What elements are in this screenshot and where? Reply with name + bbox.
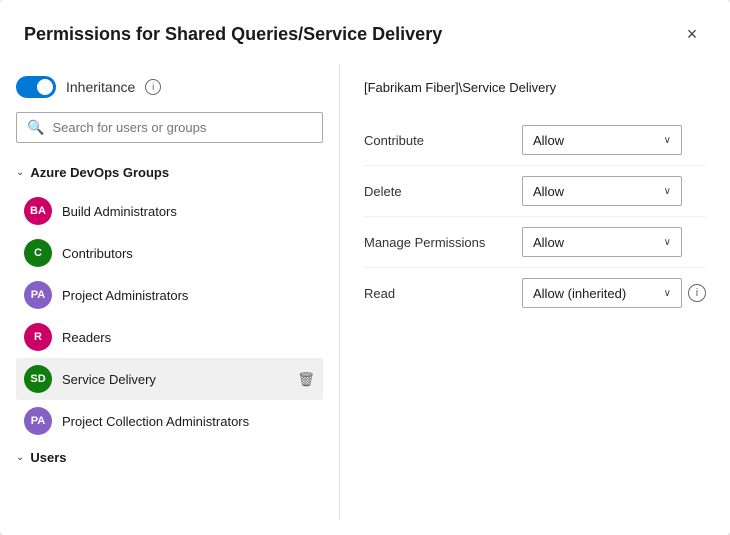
group-item-label: Project Collection Administrators (62, 414, 315, 429)
users-section[interactable]: ⌄ Users (16, 442, 323, 469)
permission-select[interactable]: Allow ∨ (522, 176, 682, 206)
select-chevron-icon: ∨ (664, 288, 671, 299)
avatar: R (24, 323, 52, 351)
dialog-body: Inheritance i 🔍 ⌄ Azure DevOps Groups BA… (0, 64, 730, 535)
permission-select-wrapper: Allow ∨ (522, 227, 706, 257)
avatar: PA (24, 407, 52, 435)
dialog-header: Permissions for Shared Queries/Service D… (0, 0, 730, 64)
permission-label: Read (364, 286, 514, 301)
avatar: C (24, 239, 52, 267)
search-icon: 🔍 (27, 119, 44, 136)
select-chevron-icon: ∨ (664, 186, 671, 197)
left-panel: Inheritance i 🔍 ⌄ Azure DevOps Groups BA… (0, 64, 340, 519)
select-value: Allow (533, 235, 656, 250)
permission-row: Read Allow (inherited) ∨ i (364, 268, 706, 318)
avatar: BA (24, 197, 52, 225)
permission-row: Manage Permissions Allow ∨ (364, 217, 706, 268)
avatar: PA (24, 281, 52, 309)
permission-row: Delete Allow ∨ (364, 166, 706, 217)
inheritance-row: Inheritance i (16, 76, 323, 98)
close-button[interactable]: × (678, 20, 706, 48)
permission-label: Manage Permissions (364, 235, 514, 250)
group-item[interactable]: PA Project Collection Administrators (16, 400, 323, 442)
inheritance-toggle[interactable] (16, 76, 56, 98)
search-box[interactable]: 🔍 (16, 112, 323, 143)
azure-devops-groups-header[interactable]: ⌄ Azure DevOps Groups (16, 159, 323, 186)
permission-select-wrapper: Allow (inherited) ∨ i (522, 278, 706, 308)
dialog-title: Permissions for Shared Queries/Service D… (24, 24, 442, 45)
group-list: BA Build Administrators C Contributors PA Pro… (16, 190, 323, 442)
permission-select[interactable]: Allow ∨ (522, 125, 682, 155)
group-item-label: Project Administrators (62, 288, 315, 303)
group-item-label: Service Delivery (62, 372, 287, 387)
group-item[interactable]: R Readers (16, 316, 323, 358)
permission-info-icon[interactable]: i (688, 284, 706, 302)
users-chevron-icon: ⌄ (16, 452, 24, 463)
group-item[interactable]: PA Project Administrators (16, 274, 323, 316)
search-input[interactable] (52, 120, 312, 135)
select-value: Allow (inherited) (533, 286, 656, 301)
inheritance-label: Inheritance (66, 79, 135, 95)
permission-select-wrapper: Allow ∨ (522, 176, 706, 206)
permission-select-wrapper: Allow ∨ (522, 125, 706, 155)
permission-row: Contribute Allow ∨ (364, 115, 706, 166)
rp-context-title: [Fabrikam Fiber]\Service Delivery (364, 80, 706, 95)
delete-icon[interactable]: 🗑 (297, 371, 315, 388)
permission-select[interactable]: Allow (inherited) ∨ (522, 278, 682, 308)
users-label: Users (30, 450, 66, 465)
group-item-label: Build Administrators (62, 204, 315, 219)
select-chevron-icon: ∨ (664, 135, 671, 146)
inheritance-info-icon[interactable]: i (145, 79, 161, 95)
select-value: Allow (533, 133, 656, 148)
group-item-label: Readers (62, 330, 315, 345)
permissions-list: ContributeAllow∨DeleteAllow∨Manage Permi… (364, 115, 706, 318)
groups-section-label: Azure DevOps Groups (30, 165, 169, 180)
select-value: Allow (533, 184, 656, 199)
group-item[interactable]: C Contributors (16, 232, 323, 274)
permission-label: Contribute (364, 133, 514, 148)
select-chevron-icon: ∨ (664, 237, 671, 248)
permission-label: Delete (364, 184, 514, 199)
group-item[interactable]: SD Service Delivery 🗑 (16, 358, 323, 400)
permission-select[interactable]: Allow ∨ (522, 227, 682, 257)
right-panel: [Fabrikam Fiber]\Service Delivery Contri… (340, 64, 730, 519)
permissions-dialog: Permissions for Shared Queries/Service D… (0, 0, 730, 535)
groups-chevron-icon: ⌄ (16, 167, 24, 178)
avatar: SD (24, 365, 52, 393)
group-item-label: Contributors (62, 246, 315, 261)
group-item[interactable]: BA Build Administrators (16, 190, 323, 232)
